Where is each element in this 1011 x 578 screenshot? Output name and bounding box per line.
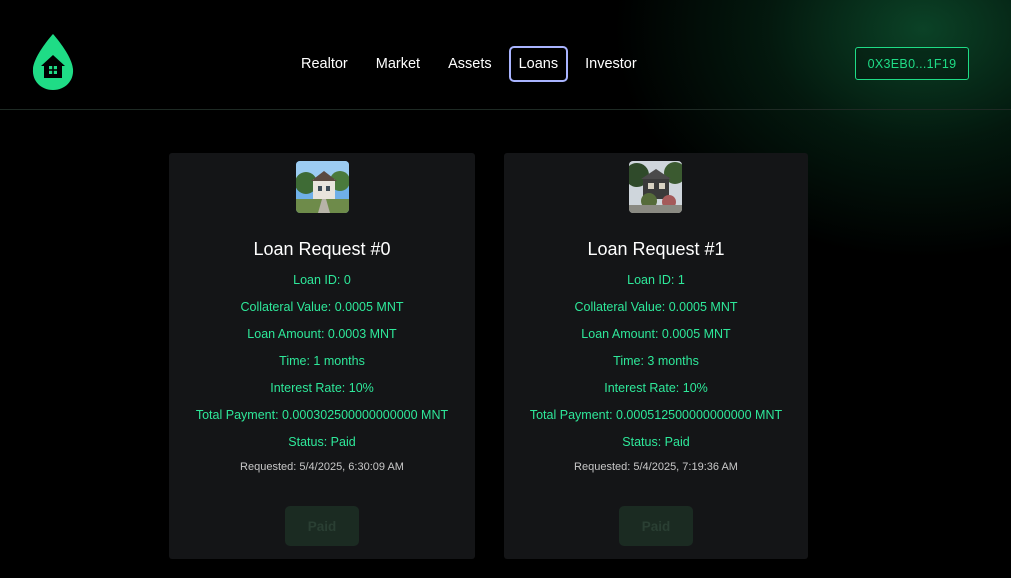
nav-realtor[interactable]: Realtor — [290, 45, 359, 83]
total-payment: Total Payment: 0.000302500000000000 MNT — [195, 408, 449, 422]
loan-time: Time: 1 months — [279, 354, 365, 368]
requested-date: Requested: 5/4/2025, 7:19:36 AM — [574, 461, 738, 473]
loan-id: Loan ID: 0 — [293, 273, 351, 287]
loan-id: Loan ID: 1 — [627, 273, 685, 287]
loan-time: Time: 3 months — [613, 354, 699, 368]
loan-details: Loan ID: 0 Collateral Value: 0.0005 MNT … — [169, 272, 475, 461]
nav-market[interactable]: Market — [365, 45, 431, 83]
loan-title: Loan Request #1 — [587, 239, 725, 259]
loan-amount: Loan Amount: 0.0003 MNT — [247, 327, 397, 341]
top-header: Realtor Market Assets Loans Investor 0X3… — [0, 0, 1011, 110]
page: Realtor Market Assets Loans Investor 0X3… — [0, 0, 1011, 578]
property-thumbnail — [296, 161, 349, 213]
requested-date: Requested: 5/4/2025, 6:30:09 AM — [240, 461, 404, 473]
paid-button[interactable]: Paid — [285, 506, 359, 546]
loan-status: Status: Paid — [288, 435, 356, 449]
house-drop-icon[interactable] — [30, 33, 76, 91]
nav-assets[interactable]: Assets — [437, 45, 503, 83]
collateral-value: Collateral Value: 0.0005 MNT — [574, 300, 738, 314]
property-thumbnail — [629, 161, 682, 213]
interest-rate: Interest Rate: 10% — [604, 381, 708, 395]
loan-amount: Loan Amount: 0.0005 MNT — [581, 327, 731, 341]
interest-rate: Interest Rate: 10% — [270, 381, 374, 395]
collateral-value: Collateral Value: 0.0005 MNT — [240, 300, 404, 314]
total-payment: Total Payment: 0.000512500000000000 MNT — [529, 408, 783, 422]
loan-status: Status: Paid — [622, 435, 690, 449]
nav-investor[interactable]: Investor — [574, 45, 648, 83]
main-nav: Realtor Market Assets Loans Investor — [290, 45, 648, 82]
loan-title: Loan Request #0 — [253, 239, 391, 259]
loan-card: Loan Request #0 Loan ID: 0 Collateral Va… — [169, 153, 475, 559]
paid-button[interactable]: Paid — [619, 506, 693, 546]
loan-details: Loan ID: 1 Collateral Value: 0.0005 MNT … — [504, 272, 808, 461]
loan-card: Loan Request #1 Loan ID: 1 Collateral Va… — [504, 153, 808, 559]
nav-loans[interactable]: Loans — [508, 45, 569, 82]
wallet-address-button[interactable]: 0X3EB0...1F19 — [855, 47, 969, 80]
